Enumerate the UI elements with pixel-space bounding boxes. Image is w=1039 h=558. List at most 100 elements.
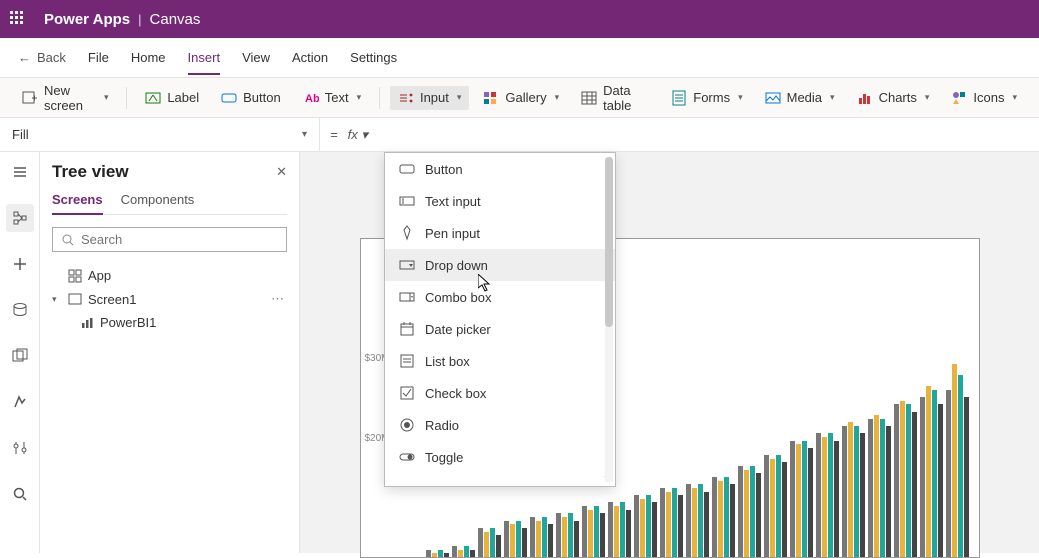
media-label: Media — [787, 90, 822, 105]
menu-view[interactable]: View — [242, 50, 270, 65]
menu-file[interactable]: File — [88, 50, 109, 65]
menu-item-label: Toggle — [425, 450, 463, 465]
back-label: Back — [37, 50, 66, 65]
close-icon[interactable]: ✕ — [276, 164, 287, 180]
bar-group — [946, 364, 969, 557]
menu-settings[interactable]: Settings — [350, 50, 397, 65]
svg-text:Ab: Ab — [305, 93, 319, 105]
bar — [516, 521, 521, 557]
app-header: Power Apps | Canvas — [0, 0, 1039, 38]
app-icon — [68, 269, 82, 283]
label-button[interactable]: Label — [137, 86, 207, 110]
input-menu-item-text-input[interactable]: Text input — [385, 185, 615, 217]
input-menu-item-button[interactable]: Button — [385, 153, 615, 185]
formula-input[interactable] — [378, 118, 1039, 151]
insert-toolbar: New screen ▾ Label Button Ab Text ▾ Inpu… — [0, 78, 1039, 118]
new-screen-icon — [22, 90, 38, 106]
bar-group — [634, 495, 657, 557]
rail-insert[interactable] — [6, 250, 34, 278]
icons-button[interactable]: Icons ▾ — [943, 86, 1025, 110]
chevron-down-icon: ▾ — [830, 92, 835, 103]
rail-data[interactable] — [6, 296, 34, 324]
bar — [770, 459, 775, 557]
bar — [626, 510, 631, 557]
input-menu-item-radio[interactable]: Radio — [385, 409, 615, 441]
bar — [452, 546, 457, 557]
header-separator: | — [138, 12, 141, 27]
menu-action[interactable]: Action — [292, 50, 328, 65]
checkbox-icon — [399, 385, 415, 401]
icons-label: Icons — [973, 90, 1004, 105]
bar — [796, 444, 801, 557]
chevron-down-icon: ▾ — [357, 92, 362, 103]
tree-node-powerbi1[interactable]: PowerBI1 — [52, 311, 287, 334]
input-menu-item-check-box[interactable]: Check box — [385, 377, 615, 409]
forms-button[interactable]: Forms ▾ — [663, 86, 750, 110]
rail-settings-icon[interactable] — [6, 434, 34, 462]
tab-components[interactable]: Components — [121, 192, 195, 214]
text-button[interactable]: Ab Text ▾ — [295, 86, 369, 110]
media-button[interactable]: Media ▾ — [757, 86, 843, 110]
rail-search[interactable] — [6, 480, 34, 508]
tree-node-screen1[interactable]: ▾ Screen1 ⋯ — [52, 287, 287, 311]
waffle-icon[interactable] — [10, 11, 26, 27]
input-menu-item-drop-down[interactable]: Drop down — [385, 249, 615, 281]
bar — [692, 488, 697, 557]
tree-node-app[interactable]: App — [52, 264, 287, 287]
back-button[interactable]: ← Back — [18, 50, 66, 65]
menu-home[interactable]: Home — [131, 50, 166, 65]
rail-tree-view[interactable] — [6, 204, 34, 232]
input-menu-item-pen-input[interactable]: Pen input — [385, 217, 615, 249]
rail-advanced[interactable] — [6, 388, 34, 416]
tree-search[interactable] — [52, 227, 287, 252]
bar — [530, 517, 535, 557]
input-menu-item-toggle[interactable]: Toggle — [385, 441, 615, 473]
scroll-down-arrow[interactable]: ▾ — [385, 473, 615, 486]
bar — [562, 517, 567, 557]
bar — [952, 364, 957, 557]
input-menu-item-date-picker[interactable]: Date picker — [385, 313, 615, 345]
button-button[interactable]: Button — [213, 86, 289, 110]
bar — [652, 502, 657, 557]
tree-search-input[interactable] — [81, 232, 278, 247]
more-icon[interactable]: ⋯ — [271, 291, 285, 307]
bar — [764, 455, 769, 557]
menu-insert[interactable]: Insert — [188, 50, 221, 75]
charts-button[interactable]: Charts ▾ — [849, 86, 938, 110]
bar — [600, 513, 605, 557]
menu-item-label: Drop down — [425, 258, 488, 273]
bar — [808, 448, 813, 557]
bar-group — [452, 546, 475, 557]
bar — [568, 513, 573, 557]
input-menu-item-list-box[interactable]: List box — [385, 345, 615, 377]
bar — [678, 495, 683, 557]
new-screen-button[interactable]: New screen ▾ — [14, 79, 116, 117]
bar — [932, 390, 937, 557]
bar — [848, 422, 853, 557]
bar — [672, 488, 677, 557]
input-menu-item-combo-box[interactable]: Combo box — [385, 281, 615, 313]
rail-media[interactable] — [6, 342, 34, 370]
text-icon: Ab — [303, 90, 319, 106]
bar — [704, 492, 709, 557]
icons-icon — [951, 90, 967, 106]
property-selector[interactable]: Fill ▾ — [0, 118, 320, 151]
rail-hamburger[interactable] — [6, 158, 34, 186]
separator — [379, 87, 380, 109]
input-button[interactable]: Input ▾ — [390, 86, 469, 110]
bar — [646, 495, 651, 557]
bar-group — [816, 433, 839, 557]
forms-icon — [671, 90, 687, 106]
data-table-button[interactable]: Data table — [573, 79, 657, 117]
bar — [744, 470, 749, 557]
tab-screens[interactable]: Screens — [52, 192, 103, 215]
dropdown-icon — [399, 257, 415, 273]
bar — [458, 550, 463, 557]
input-label: Input — [420, 90, 449, 105]
chevron-down-icon: ▾ — [555, 92, 560, 103]
bar — [958, 375, 963, 557]
bar — [614, 506, 619, 557]
gallery-button[interactable]: Gallery ▾ — [475, 86, 567, 110]
scrollbar-thumb[interactable] — [605, 157, 613, 327]
bar — [926, 386, 931, 557]
